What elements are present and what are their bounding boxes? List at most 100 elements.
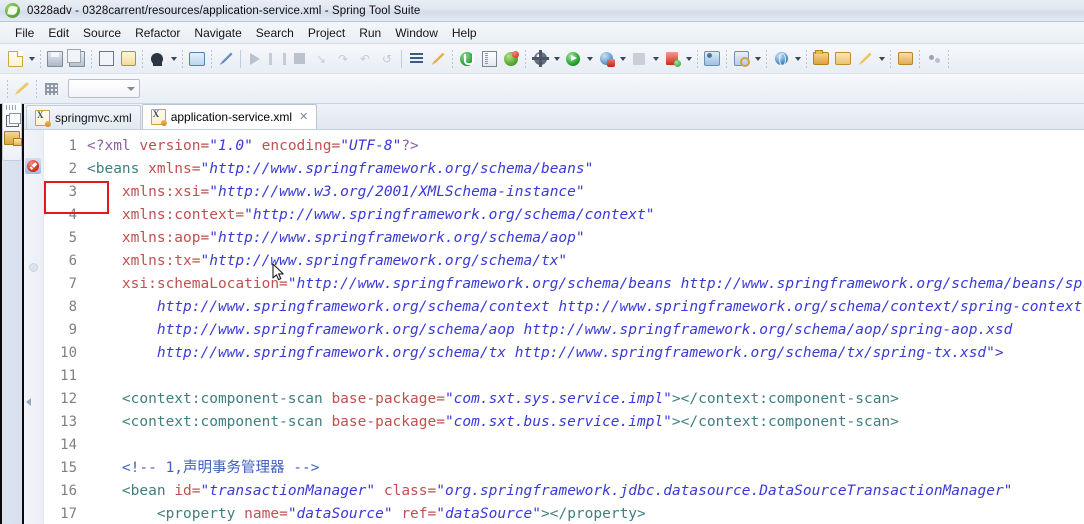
- external-tools-icon[interactable]: [628, 48, 650, 70]
- code-line[interactable]: <!-- 1,声明事务管理器 -->: [87, 457, 1084, 480]
- code-token: ref=: [401, 506, 437, 522]
- step-return-icon[interactable]: ↶: [354, 48, 376, 70]
- drop-to-frame-icon[interactable]: ↺: [376, 48, 398, 70]
- code-line[interactable]: <?xml version="1.0" encoding="UTF-8"?>: [87, 135, 1084, 158]
- save-icon[interactable]: [44, 48, 66, 70]
- terminate-icon[interactable]: [288, 48, 310, 70]
- pencil-icon[interactable]: [11, 78, 33, 100]
- person-icon[interactable]: [146, 48, 168, 70]
- arrow-key-icon[interactable]: [427, 48, 449, 70]
- code-token: "1.0": [209, 138, 253, 154]
- xml-source-editor[interactable]: 1 2 3 4 5 6 7 8 9 10 11 12 13 14 15 16 17 <?xml version=…: [22, 130, 1084, 524]
- code-line[interactable]: <context:component-scan base-package="co…: [87, 388, 1084, 411]
- run-server-icon[interactable]: [661, 48, 683, 70]
- xml-file-icon: [35, 109, 51, 127]
- code-line[interactable]: [87, 365, 1084, 388]
- menu-item-edit[interactable]: Edit: [41, 24, 76, 42]
- toolbar-separator: [182, 49, 183, 68]
- code-line[interactable]: [87, 434, 1084, 457]
- code-line[interactable]: <property name="dataSource" ref="dataSou…: [87, 503, 1084, 524]
- restore-view-icon[interactable]: [4, 113, 21, 129]
- code-token: <context:component-scan: [121, 391, 332, 407]
- package-explorer-icon[interactable]: [4, 130, 22, 146]
- code-line[interactable]: <context:component-scan base-package="co…: [87, 411, 1084, 434]
- run-server-dropdown-icon[interactable]: [683, 48, 694, 70]
- build-gear-icon[interactable]: [529, 48, 551, 70]
- editor-tab-springmvc[interactable]: springmvc.xml: [26, 105, 141, 129]
- open-web-dropdown-icon[interactable]: [792, 48, 803, 70]
- search-dropdown-icon[interactable]: [752, 48, 763, 70]
- quick-fix-dropdown-icon[interactable]: [876, 48, 887, 70]
- code-line[interactable]: xmlns:aop="http://www.springframework.or…: [87, 227, 1084, 250]
- run-dropdown-icon[interactable]: [584, 48, 595, 70]
- code-content[interactable]: <?xml version="1.0" encoding="UTF-8"?> <b…: [84, 130, 1084, 524]
- code-line[interactable]: <bean id="transactionManager" class="org…: [87, 480, 1084, 503]
- open-folder-icon[interactable]: [832, 48, 854, 70]
- code-line[interactable]: http://www.springframework.org/schema/ao…: [87, 319, 1084, 342]
- toolbar-combo-select[interactable]: [68, 79, 140, 98]
- editor-sash[interactable]: [22, 104, 24, 524]
- annotation-gutter[interactable]: [22, 130, 44, 524]
- refresh-icon[interactable]: [117, 48, 139, 70]
- code-token: "http://www.w3.org/2001/XMLSchema-instan…: [209, 184, 585, 200]
- menu-item-source[interactable]: Source: [76, 24, 128, 42]
- line-number: 3: [68, 184, 77, 200]
- secondary-toolbar: [0, 74, 1084, 104]
- numpad-icon[interactable]: [40, 78, 62, 100]
- step-over-icon[interactable]: ↷: [332, 48, 354, 70]
- menu-item-navigate[interactable]: Navigate: [187, 24, 248, 42]
- pen-strike-icon[interactable]: [215, 48, 237, 70]
- code-line[interactable]: xmlns:context="http://www.springframewor…: [87, 204, 1084, 227]
- spring-dashboard-icon[interactable]: [500, 48, 522, 70]
- package-icon[interactable]: [894, 48, 916, 70]
- quick-fix-icon[interactable]: [854, 48, 876, 70]
- menu-item-refactor[interactable]: Refactor: [128, 24, 187, 42]
- drag-handle[interactable]: [6, 105, 18, 110]
- suspend-icon[interactable]: [266, 48, 288, 70]
- debug-icon[interactable]: [595, 48, 617, 70]
- code-line[interactable]: http://www.springframework.org/schema/tx…: [87, 342, 1084, 365]
- more-icon[interactable]: [923, 48, 945, 70]
- code-token: id=: [174, 483, 201, 499]
- debug-dropdown-icon[interactable]: [617, 48, 628, 70]
- line-number: 5: [68, 230, 77, 246]
- code-line[interactable]: <beans xmlns="http://www.springframework…: [87, 158, 1084, 181]
- comment-icon[interactable]: [186, 48, 208, 70]
- toolbar-separator: [697, 49, 698, 68]
- print-icon[interactable]: [95, 48, 117, 70]
- new-document-icon[interactable]: [4, 48, 26, 70]
- run-icon[interactable]: [562, 48, 584, 70]
- collapse-arrow-icon[interactable]: [26, 398, 34, 408]
- green-record-icon[interactable]: [456, 48, 478, 70]
- menu-item-search[interactable]: Search: [249, 24, 301, 42]
- error-marker-icon[interactable]: [25, 158, 41, 174]
- search-resource-icon[interactable]: [730, 48, 752, 70]
- menu-item-project[interactable]: Project: [301, 24, 352, 42]
- new-document-dropdown-icon[interactable]: [26, 48, 37, 70]
- step-into-icon[interactable]: ↘: [310, 48, 332, 70]
- code-line[interactable]: http://www.springframework.org/schema/co…: [87, 296, 1084, 319]
- person-dropdown-icon[interactable]: [168, 48, 179, 70]
- code-token: <property: [156, 506, 245, 522]
- editor-tab-application-service[interactable]: application-service.xml ✕: [141, 104, 318, 129]
- toolbar-separator: [7, 79, 8, 98]
- team-sync-icon[interactable]: [701, 48, 723, 70]
- resume-icon[interactable]: [244, 48, 266, 70]
- close-icon[interactable]: ✕: [299, 111, 308, 123]
- code-line[interactable]: xsi:schemaLocation="http://www.springfra…: [87, 273, 1084, 296]
- open-type-icon[interactable]: [810, 48, 832, 70]
- menu-item-help[interactable]: Help: [445, 24, 484, 42]
- open-perspective-icon[interactable]: [478, 48, 500, 70]
- code-line[interactable]: xmlns:xsi="http://www.w3.org/2001/XMLSch…: [87, 181, 1084, 204]
- build-dropdown-icon[interactable]: [551, 48, 562, 70]
- open-web-icon[interactable]: [770, 48, 792, 70]
- menu-item-file[interactable]: File: [8, 24, 41, 42]
- code-token: "http://www.springframework.org/schema/b…: [200, 161, 594, 177]
- save-all-icon[interactable]: [66, 48, 88, 70]
- list-icon[interactable]: [405, 48, 427, 70]
- menu-item-run[interactable]: Run: [352, 24, 388, 42]
- external-tools-dropdown-icon[interactable]: [650, 48, 661, 70]
- code-line[interactable]: xmlns:tx="http://www.springframework.org…: [87, 250, 1084, 273]
- menu-item-window[interactable]: Window: [388, 24, 445, 42]
